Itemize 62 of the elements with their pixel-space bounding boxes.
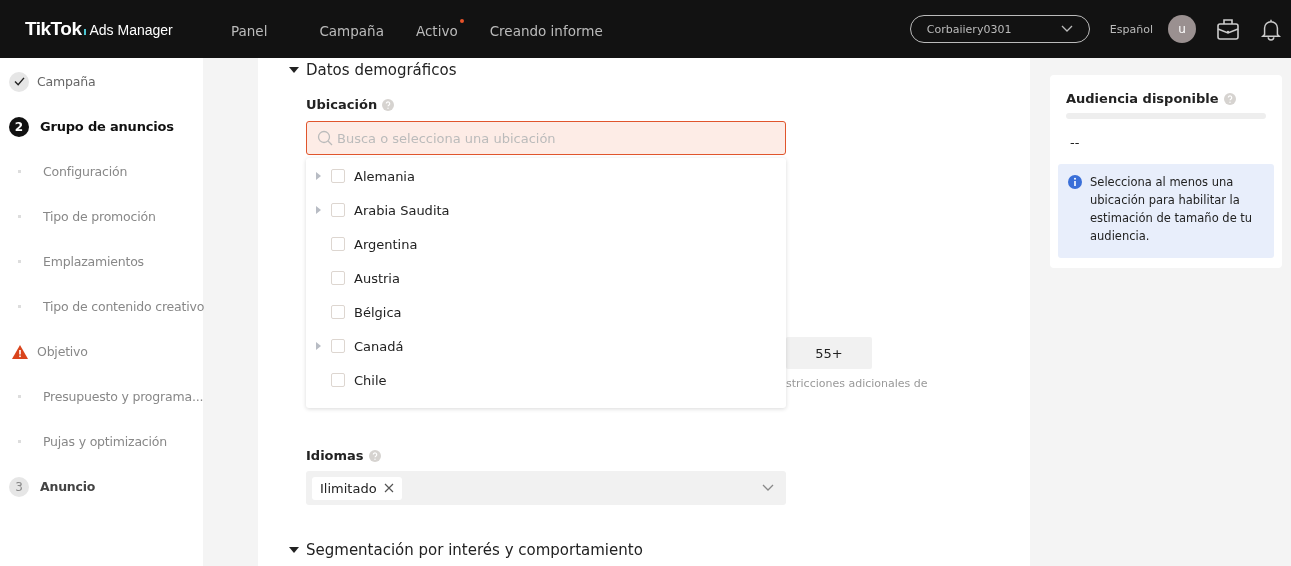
caret-icon[interactable] <box>289 547 299 553</box>
info-text: Selecciona al menos una ubicación para habilitar la estimación de tamaño de tu audiencia. <box>1090 174 1254 245</box>
nav-link[interactable]: Campaña <box>319 19 390 39</box>
sidebar-item[interactable]: Objetivo <box>37 344 88 359</box>
step-number: 3 <box>9 476 29 497</box>
logo[interactable]: TikTok Ads Manager <box>25 18 210 40</box>
checkbox[interactable] <box>331 203 345 217</box>
help-icon[interactable] <box>1223 92 1236 105</box>
close-icon[interactable] <box>383 483 394 493</box>
help-icon[interactable] <box>382 98 395 111</box>
expand-arrow-icon[interactable] <box>316 172 321 180</box>
help-icon[interactable] <box>368 449 381 462</box>
sidebar-item[interactable]: Configuración <box>43 164 128 179</box>
sidebar-item[interactable]: Tipo de contenido creativo <box>43 299 205 314</box>
field-label: Ubicación <box>306 97 378 112</box>
field-label: Idiomas <box>306 448 364 463</box>
sidebar-item[interactable]: Emplazamientos <box>43 254 144 269</box>
search-icon <box>317 130 333 146</box>
caret-icon[interactable] <box>289 67 299 73</box>
checkbox[interactable] <box>331 305 345 319</box>
warning-icon <box>12 344 28 359</box>
chevron-icon <box>762 484 774 492</box>
location-option[interactable]: Arabia Saudita <box>306 193 786 227</box>
location-option[interactable]: Argentina <box>306 227 786 261</box>
location-option[interactable]: Bélgica <box>306 295 786 329</box>
audience-value: -- <box>1069 135 1081 150</box>
card-title: Audiencia disponible <box>1066 91 1219 106</box>
location-option[interactable]: Alemania <box>306 159 786 193</box>
language-select[interactable]: Ilimitado <box>306 471 786 505</box>
nav-link[interactable]: Panel <box>231 19 274 39</box>
language-link[interactable]: Español <box>1109 22 1153 36</box>
checkbox[interactable] <box>331 339 345 353</box>
briefcase-icon[interactable] <box>1216 17 1240 41</box>
notification-dot <box>459 19 464 23</box>
section-title: Datos demográficos <box>306 61 457 79</box>
nav-link[interactable]: Activo <box>415 19 464 39</box>
check-icon <box>9 71 29 92</box>
sidebar-item[interactable]: Grupo de anuncios <box>40 119 174 134</box>
age-note: stricciones adicionales de <box>786 377 928 390</box>
bell-icon[interactable] <box>1260 17 1282 41</box>
info-icon <box>1068 175 1082 189</box>
sidebar-item[interactable]: Presupuesto y programa... <box>43 389 204 404</box>
checkbox[interactable] <box>331 169 345 183</box>
checkbox[interactable] <box>331 373 345 387</box>
chevron-icon <box>1060 25 1073 33</box>
sidebar-item[interactable]: Anuncio <box>40 479 96 494</box>
sidebar-item[interactable]: Campaña <box>37 74 96 89</box>
sidebar-item[interactable]: Pujas y optimización <box>43 434 167 449</box>
section-title: Segmentación por interés y comportamiento <box>306 541 643 559</box>
age-option[interactable]: 55+ <box>786 337 872 369</box>
nav-link[interactable]: Creando informe <box>489 19 609 39</box>
location-option[interactable]: Austria <box>306 261 786 295</box>
expand-arrow-icon[interactable] <box>316 206 321 214</box>
location-option[interactable]: Canadá <box>306 329 786 363</box>
location-search-field[interactable]: Busca o selecciona una ubicación <box>306 121 786 155</box>
checkbox[interactable] <box>331 237 345 251</box>
location-option[interactable]: Chile <box>306 363 786 397</box>
step-number: 2 <box>9 116 29 137</box>
expand-arrow-icon[interactable] <box>316 342 321 350</box>
checkbox[interactable] <box>331 271 345 285</box>
language-tag: Ilimitado <box>312 476 402 500</box>
sidebar-item[interactable]: Tipo de promoción <box>43 209 156 224</box>
